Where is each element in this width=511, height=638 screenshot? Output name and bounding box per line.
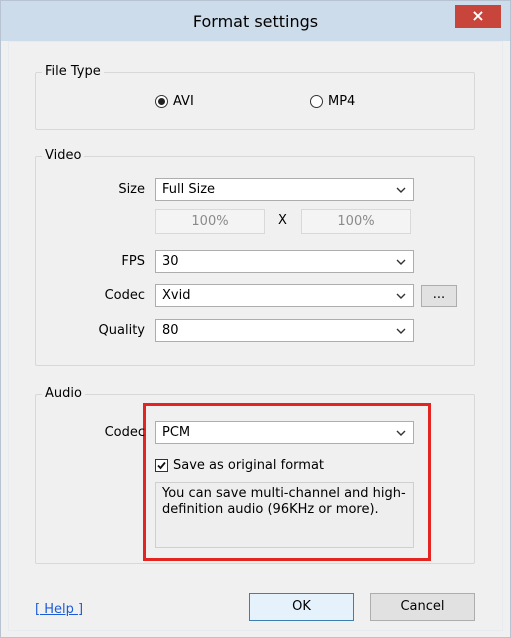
radio-avi[interactable]: AVI bbox=[155, 94, 194, 109]
fps-label: FPS bbox=[121, 254, 145, 269]
format-settings-dialog: Format settings × File Type AVI MP4 Vide… bbox=[0, 0, 511, 638]
checkmark-icon bbox=[157, 461, 166, 470]
radio-avi-label: AVI bbox=[173, 94, 194, 109]
help-link[interactable]: [ Help ] bbox=[35, 602, 83, 617]
height-percent-value: 100% bbox=[337, 214, 375, 229]
video-codec-select[interactable]: Xvid bbox=[155, 284, 414, 307]
codec-options-label: ... bbox=[432, 287, 446, 302]
title-bar: Format settings × bbox=[1, 1, 510, 41]
chevron-down-icon bbox=[395, 285, 407, 306]
audio-codec-select-value: PCM bbox=[162, 425, 191, 440]
file-type-legend: File Type bbox=[42, 64, 104, 79]
close-button[interactable]: × bbox=[455, 5, 501, 28]
radio-mp4-label: MP4 bbox=[328, 94, 356, 109]
quality-select-value: 80 bbox=[162, 323, 179, 338]
video-legend: Video bbox=[42, 148, 85, 163]
fps-select[interactable]: 30 bbox=[155, 250, 414, 273]
dialog-body: File Type AVI MP4 Video Size Full Size 1… bbox=[8, 41, 503, 631]
video-codec-select-value: Xvid bbox=[162, 288, 191, 303]
audio-legend: Audio bbox=[42, 386, 85, 401]
audio-codec-select[interactable]: PCM bbox=[155, 421, 414, 444]
ok-button[interactable]: OK bbox=[249, 593, 354, 621]
size-label: Size bbox=[118, 182, 145, 197]
cancel-button[interactable]: Cancel bbox=[370, 593, 475, 621]
radio-mp4-indicator bbox=[310, 95, 323, 108]
quality-label: Quality bbox=[98, 323, 145, 338]
ok-button-label: OK bbox=[292, 599, 311, 614]
fps-select-value: 30 bbox=[162, 254, 179, 269]
width-percent-value: 100% bbox=[191, 214, 229, 229]
checkbox-indicator bbox=[155, 459, 168, 472]
video-codec-label: Codec bbox=[104, 288, 145, 303]
dimension-x-label: X bbox=[278, 213, 287, 228]
radio-avi-indicator bbox=[155, 95, 168, 108]
quality-select[interactable]: 80 bbox=[155, 319, 414, 342]
codec-options-button[interactable]: ... bbox=[421, 285, 457, 307]
cancel-button-label: Cancel bbox=[400, 599, 445, 614]
size-select[interactable]: Full Size bbox=[155, 178, 414, 201]
chevron-down-icon bbox=[395, 179, 407, 200]
close-icon: × bbox=[471, 6, 485, 25]
chevron-down-icon bbox=[395, 251, 407, 272]
save-original-checkbox[interactable]: Save as original format bbox=[155, 458, 324, 473]
radio-mp4[interactable]: MP4 bbox=[310, 94, 355, 109]
save-original-label: Save as original format bbox=[173, 458, 325, 473]
audio-codec-label: Codec bbox=[104, 425, 145, 440]
width-percent-field[interactable]: 100% bbox=[155, 209, 265, 234]
chevron-down-icon bbox=[395, 422, 407, 443]
height-percent-field[interactable]: 100% bbox=[301, 209, 411, 234]
audio-info-text: You can save multi-channel and high-defi… bbox=[155, 482, 414, 548]
dialog-title: Format settings bbox=[192, 12, 319, 31]
chevron-down-icon bbox=[395, 320, 407, 341]
file-type-group: File Type bbox=[35, 64, 475, 130]
size-select-value: Full Size bbox=[162, 182, 216, 197]
